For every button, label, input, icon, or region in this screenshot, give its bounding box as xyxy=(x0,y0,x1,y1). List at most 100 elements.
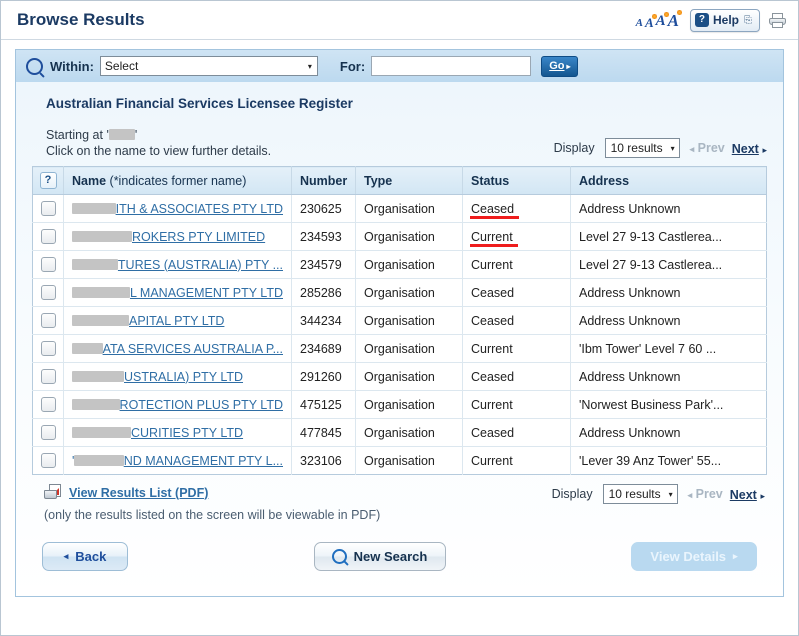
search-area: Within: Select ▾ For: Go ▸ xyxy=(1,40,798,82)
for-input[interactable] xyxy=(371,56,531,76)
entity-type-cell: Organisation xyxy=(356,363,463,391)
prev-page-button-top[interactable]: ◂ Prev xyxy=(690,141,725,155)
redaction-block xyxy=(109,129,135,140)
within-select[interactable]: Select ▾ xyxy=(100,56,318,76)
results-per-page-select-top[interactable]: 10 results ▾ xyxy=(605,138,680,158)
go-button[interactable]: Go ▸ xyxy=(541,56,577,77)
address-cell: Address Unknown xyxy=(571,279,767,307)
pdf-link-line[interactable]: View Results List (PDF) xyxy=(44,484,380,501)
starting-at-prefix: Starting at ' xyxy=(46,128,109,142)
status-cell: Ceased xyxy=(463,363,571,391)
view-details-button-label: View Details xyxy=(650,549,726,564)
results-per-page-select-bottom[interactable]: 10 results ▾ xyxy=(603,484,678,504)
click-instruction: Click on the name to view further detail… xyxy=(46,143,271,159)
entity-name-link[interactable]: ROKERS PTY LIMITED xyxy=(132,230,265,244)
go-button-label: Go xyxy=(549,60,564,72)
entity-name-link[interactable]: ATA SERVICES AUSTRALIA P... xyxy=(103,342,283,356)
column-header-number[interactable]: Number xyxy=(292,167,356,195)
new-search-button[interactable]: New Search xyxy=(314,542,446,571)
text-size-controls[interactable]: A A A A xyxy=(636,12,679,29)
table-row: ROKERS PTY LIMITED234593OrganisationCurr… xyxy=(33,223,767,251)
text-size-medium-icon[interactable]: A xyxy=(645,16,654,29)
row-checkbox[interactable] xyxy=(41,397,56,412)
name-cell: ROTECTION PLUS PTY LTD xyxy=(64,391,292,419)
column-header-name-bold: Name xyxy=(72,174,106,188)
row-checkbox[interactable] xyxy=(41,453,56,468)
name-cell: ATA SERVICES AUSTRALIA P... xyxy=(64,335,292,363)
text-size-xlarge-icon[interactable]: A xyxy=(668,12,679,29)
licence-number-cell: 234689 xyxy=(292,335,356,363)
text-size-large-icon[interactable]: A xyxy=(656,14,666,29)
prev-arrow-icon: ◂ xyxy=(688,490,693,500)
column-header-help: ? xyxy=(33,167,64,195)
row-checkbox[interactable] xyxy=(41,257,56,272)
column-header-type[interactable]: Type xyxy=(356,167,463,195)
column-header-name[interactable]: Name (*indicates former name) xyxy=(64,167,292,195)
entity-name-link[interactable]: L MANAGEMENT PTY LTD xyxy=(130,286,283,300)
help-button[interactable]: ? Help ⎘ xyxy=(690,9,760,32)
row-checkbox[interactable] xyxy=(41,313,56,328)
search-icon xyxy=(26,58,43,75)
name-cell: APITAL PTY LTD xyxy=(64,307,292,335)
name-cell: USTRALIA) PTY LTD xyxy=(64,363,292,391)
redaction-block xyxy=(72,399,120,410)
status-cell: Current xyxy=(463,335,571,363)
status-badge-highlighted: Ceased xyxy=(471,202,514,216)
row-select-cell xyxy=(33,195,64,223)
back-button-label: Back xyxy=(75,549,106,564)
column-header-status[interactable]: Status xyxy=(463,167,571,195)
print-icon[interactable] xyxy=(769,13,786,28)
starting-at-suffix: ' xyxy=(135,128,137,142)
row-checkbox[interactable] xyxy=(41,369,56,384)
view-details-button[interactable]: View Details ▸ xyxy=(631,542,757,571)
view-results-pdf-link[interactable]: View Results List (PDF) xyxy=(69,486,208,500)
entity-name-link[interactable]: ROTECTION PLUS PTY LTD xyxy=(120,398,283,412)
address-cell: Address Unknown xyxy=(571,363,767,391)
redaction-block xyxy=(72,287,130,298)
help-button-label: Help xyxy=(713,13,739,27)
column-header-address[interactable]: Address xyxy=(571,167,767,195)
status-cell: Current xyxy=(463,251,571,279)
search-strip: Within: Select ▾ For: Go ▸ xyxy=(15,49,784,82)
status-badge: Current xyxy=(471,398,513,412)
prev-label-top: Prev xyxy=(698,141,725,155)
next-page-button-top[interactable]: Next ▸ xyxy=(732,141,767,156)
address-cell: Level 27 9-13 Castlerea... xyxy=(571,251,767,279)
redaction-block xyxy=(72,259,118,270)
row-checkbox[interactable] xyxy=(41,201,56,216)
status-badge: Ceased xyxy=(471,286,514,300)
address-cell: 'Lever 39 Anz Tower' 55... xyxy=(571,447,767,475)
results-per-page-value-bottom: 10 results xyxy=(609,487,661,501)
prev-page-button-bottom[interactable]: ◂ Prev xyxy=(688,487,723,501)
back-arrow-icon: ◂ xyxy=(64,551,69,562)
row-checkbox[interactable] xyxy=(41,285,56,300)
entity-type-cell: Organisation xyxy=(356,279,463,307)
chevron-down-icon: ▾ xyxy=(669,490,673,499)
status-badge: Ceased xyxy=(471,370,514,384)
entity-name-link[interactable]: APITAL PTY LTD xyxy=(129,314,224,328)
row-select-cell xyxy=(33,223,64,251)
table-row: ITH & ASSOCIATES PTY LTD230625Organisati… xyxy=(33,195,767,223)
entity-name-link[interactable]: USTRALIA) PTY LTD xyxy=(124,370,243,384)
entity-name-link[interactable]: ITH & ASSOCIATES PTY LTD xyxy=(116,202,283,216)
text-size-small-icon[interactable]: A xyxy=(636,18,643,29)
next-arrow-icon: ▸ xyxy=(760,491,765,501)
row-select-cell xyxy=(33,419,64,447)
address-cell: Address Unknown xyxy=(571,307,767,335)
pager-top: ◂ Prev Next ▸ xyxy=(690,141,767,156)
next-page-button-bottom[interactable]: Next ▸ xyxy=(730,487,765,502)
entity-name-link[interactable]: CURITIES PTY LTD xyxy=(131,426,243,440)
help-question-icon[interactable]: ? xyxy=(40,172,57,189)
status-cell: Ceased xyxy=(463,279,571,307)
licence-number-cell: 477845 xyxy=(292,419,356,447)
name-cell: ROKERS PTY LIMITED xyxy=(64,223,292,251)
back-button[interactable]: ◂ Back xyxy=(42,542,128,571)
entity-name-link[interactable]: ND MANAGEMENT PTY L... xyxy=(124,454,283,468)
status-cell: Current xyxy=(463,391,571,419)
row-checkbox[interactable] xyxy=(41,341,56,356)
row-checkbox[interactable] xyxy=(41,229,56,244)
status-badge: Ceased xyxy=(471,426,514,440)
starting-at-line: Starting at ' ' xyxy=(46,127,271,143)
entity-name-link[interactable]: TURES (AUSTRALIA) PTY ... xyxy=(118,258,283,272)
row-checkbox[interactable] xyxy=(41,425,56,440)
